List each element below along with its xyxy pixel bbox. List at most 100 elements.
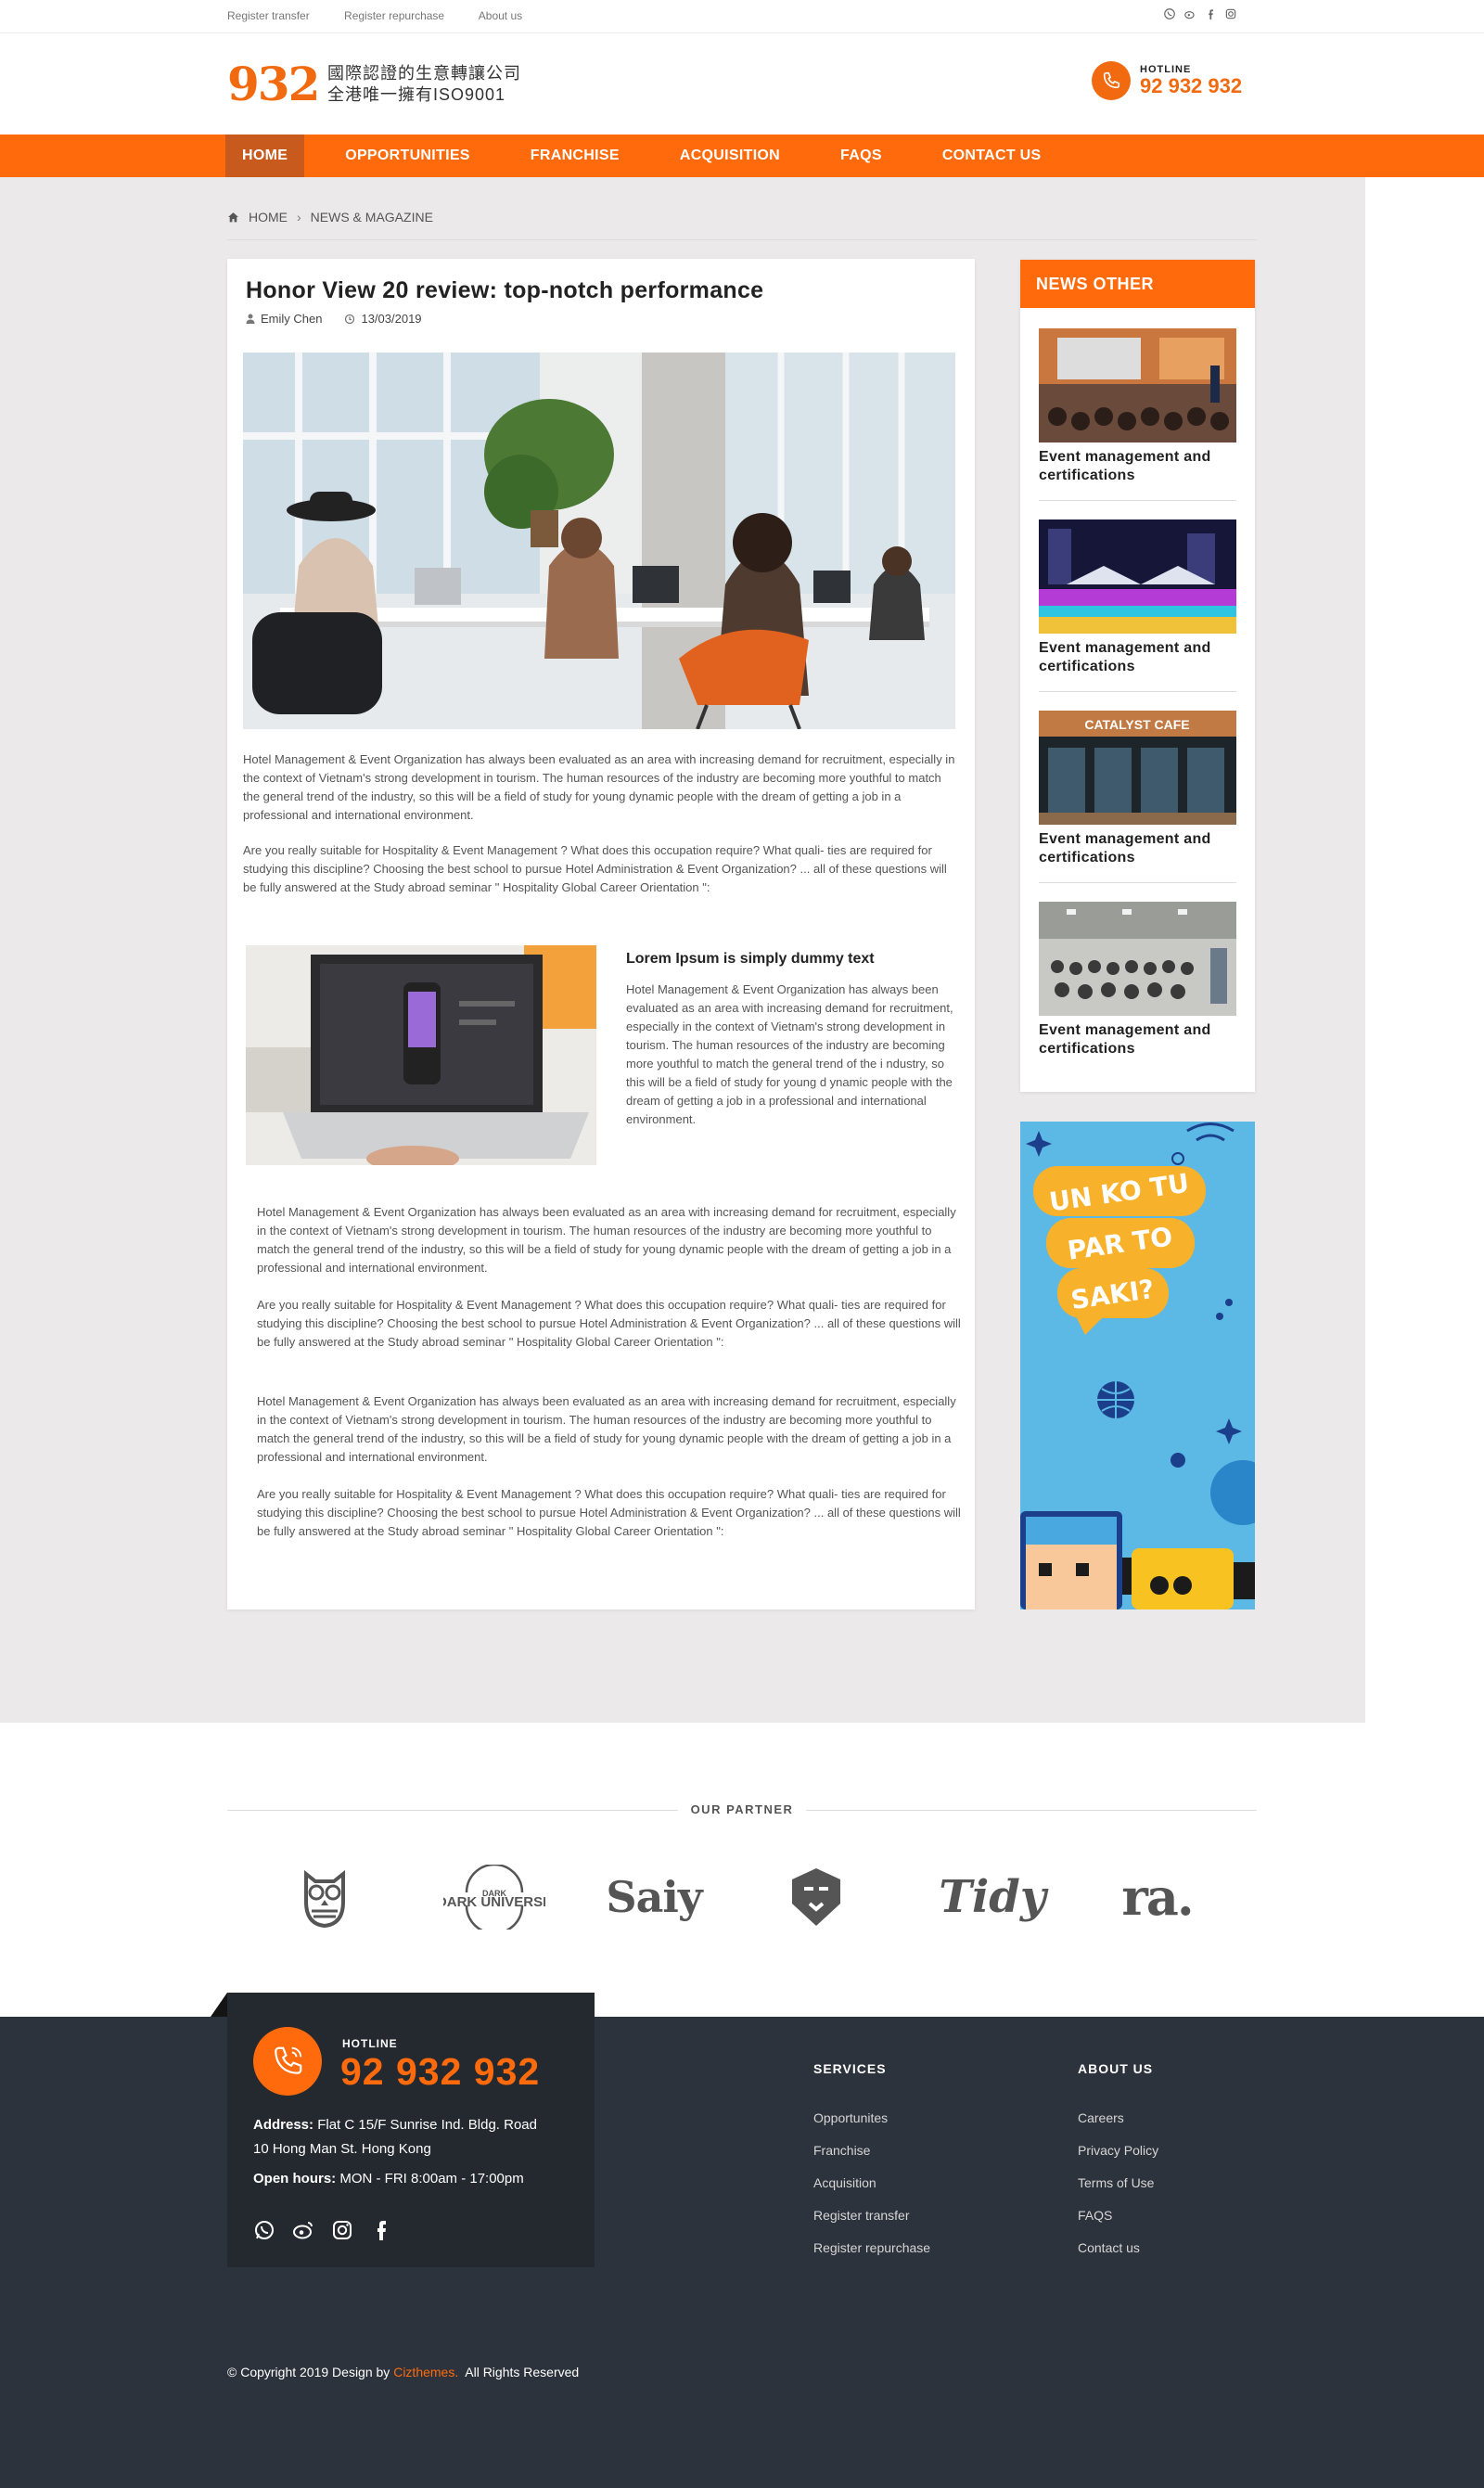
lion-logo[interactable] <box>779 1860 853 1934</box>
article-paragraph-3: Hotel Management & Event Organization ha… <box>257 1205 956 1275</box>
breadcrumb: HOME › NEWS & MAGAZINE <box>227 210 433 224</box>
partner-logos: DARKDARK UNIVERSE Saiy Tidy ra. <box>227 1860 1257 1934</box>
weibo-icon[interactable] <box>1183 7 1196 20</box>
site-footer <box>0 2017 1484 2488</box>
ra-logo[interactable]: ra. <box>1113 1860 1201 1934</box>
breadcrumb-divider <box>227 239 1257 240</box>
footer-hours: Open hours: MON - FRI 8:00am - 17:00pm <box>253 2167 524 2191</box>
news-caption: Event management and certifications <box>1039 640 1211 674</box>
top-link-register-transfer[interactable]: Register transfer <box>227 9 310 22</box>
news-caption: Event management and certifications <box>1039 1022 1211 1057</box>
footer-link-franchise[interactable]: Franchise <box>813 2135 930 2167</box>
top-social <box>1163 7 1237 20</box>
footer-card-fold <box>211 1993 227 2017</box>
footer-social <box>253 2219 392 2241</box>
article-date: 13/03/2019 <box>361 312 422 326</box>
footer-link-contact-us[interactable]: Contact us <box>1078 2232 1158 2264</box>
top-bar: Register transfer Register repurchase Ab… <box>0 0 1484 33</box>
news-item[interactable]: Event management and certifications <box>1039 902 1236 1058</box>
news-item[interactable]: Event management and certifications <box>1039 519 1236 692</box>
instagram-icon[interactable] <box>331 2219 353 2241</box>
news-thumb-conference <box>1039 328 1236 442</box>
facebook-icon[interactable] <box>1204 7 1217 20</box>
footer-link-register-repurchase[interactable]: Register repurchase <box>813 2232 930 2264</box>
chevron-right-icon: › <box>297 210 301 224</box>
article-title: Honor View 20 review: top-notch performa… <box>246 277 764 303</box>
article-paragraph-1: Hotel Management & Event Organization ha… <box>243 752 955 822</box>
news-caption: Event management and certifications <box>1039 449 1211 483</box>
top-link-about-us[interactable]: About us <box>479 9 522 22</box>
address-line-1: Flat C 15/F Sunrise Ind. Bldg. Road <box>317 2117 537 2133</box>
footer-link-opportunites[interactable]: Opportunites <box>813 2102 930 2135</box>
article-paragraph-4: Are you really suitable for Hospitality … <box>257 1298 961 1349</box>
copyright-suffix: All Rights Reserved <box>458 2365 580 2379</box>
ad-banner[interactable]: UN KO TU PAR TO SAKI? <box>1020 1122 1255 1610</box>
footer-hotline-label: HOTLINE <box>342 2037 398 2050</box>
nav-acquisition[interactable]: ACQUISITION <box>663 135 797 177</box>
footer-link-acquisition[interactable]: Acquisition <box>813 2167 930 2199</box>
weibo-icon[interactable] <box>292 2219 314 2241</box>
news-other-sidebar: NEWS OTHER Event management and certific… <box>1020 260 1255 1092</box>
top-links: Register transfer Register repurchase Ab… <box>227 9 554 22</box>
article-paragraph-5: Hotel Management & Event Organization ha… <box>257 1394 956 1464</box>
hotline-number: 92 932 932 <box>1140 74 1243 97</box>
dark-universe-logo[interactable]: DARKDARK UNIVERSE <box>429 1860 559 1934</box>
user-icon <box>246 314 255 324</box>
nav-opportunities[interactable]: OPPORTUNITIES <box>328 135 487 177</box>
footer-about: ABOUT US Careers Privacy Policy Terms of… <box>1078 2061 1158 2264</box>
news-thumb-cafe: CATALYST CAFE <box>1039 711 1236 825</box>
breadcrumb-home[interactable]: HOME <box>249 210 288 224</box>
nav-contact-us[interactable]: CONTACT US <box>926 135 1058 177</box>
nav-home[interactable]: HOME <box>225 135 305 177</box>
owl-logo[interactable] <box>283 1860 366 1934</box>
services-title: SERVICES <box>813 2061 887 2076</box>
partner-title-wrap: OUR PARTNER <box>0 1802 1484 1818</box>
footer-hotline-number[interactable]: 92 932 932 <box>340 2050 540 2094</box>
article-sub-paragraph: Hotel Management & Event Organization ha… <box>626 982 953 1126</box>
top-link-register-repurchase[interactable]: Register repurchase <box>344 9 444 22</box>
address-label: Address: <box>253 2117 314 2133</box>
news-thumb-night-event <box>1039 519 1236 634</box>
sidebar-title: NEWS OTHER <box>1020 260 1255 308</box>
tidy-logo[interactable]: Tidy <box>939 1860 1045 1934</box>
nav-faqs[interactable]: FAQS <box>824 135 899 177</box>
article-meta: Emily Chen 13/03/2019 <box>246 312 422 326</box>
article-card: Honor View 20 review: top-notch performa… <box>227 259 975 1610</box>
whatsapp-icon[interactable] <box>1163 7 1176 20</box>
news-caption: Event management and certifications <box>1039 831 1211 866</box>
clock-icon <box>345 314 355 324</box>
footer-link-privacy-policy[interactable]: Privacy Policy <box>1078 2135 1158 2167</box>
phone-icon <box>253 2027 322 2096</box>
hours-label: Open hours: <box>253 2171 337 2187</box>
cafe-sign-text: CATALYST CAFE <box>1084 717 1189 732</box>
article-subtitle: Lorem Ipsum is simply dummy text <box>626 951 875 967</box>
logo-number[interactable]: 932 <box>227 59 320 109</box>
article-author: Emily Chen <box>261 312 323 326</box>
news-divider <box>1039 500 1236 501</box>
address-line-2: 10 Hong Man St. Hong Kong <box>253 2141 431 2157</box>
news-item[interactable]: CATALYST CAFE Event management and certi… <box>1039 711 1236 883</box>
saiy-logo[interactable]: Saiy <box>598 1860 710 1934</box>
footer-link-terms-of-use[interactable]: Terms of Use <box>1078 2167 1158 2199</box>
footer-contact-card: HOTLINE 92 932 932 Address: Flat C 15/F … <box>227 1993 595 2267</box>
laptop-image <box>246 945 596 1165</box>
logo-text[interactable]: 國際認證的生意轉讓公司 全港唯一擁有ISO9001 <box>327 63 521 106</box>
copyright-brand-link[interactable]: Cizthemes. <box>393 2365 458 2379</box>
facebook-icon[interactable] <box>370 2219 392 2241</box>
article-main-image <box>243 353 955 729</box>
footer-link-careers[interactable]: Careers <box>1078 2102 1158 2135</box>
footer-link-faqs[interactable]: FAQS <box>1078 2199 1158 2232</box>
logo-line-1: 國際認證的生意轉讓公司 <box>327 64 521 83</box>
news-divider <box>1039 691 1236 692</box>
news-thumb-seminar <box>1039 902 1236 1016</box>
footer-link-register-transfer[interactable]: Register transfer <box>813 2199 930 2232</box>
news-item[interactable]: Event management and certifications <box>1039 328 1236 501</box>
header-hotline[interactable]: HOTLINE 92 932 932 <box>1092 61 1242 100</box>
nav-franchise[interactable]: FRANCHISE <box>514 135 636 177</box>
partner-title: OUR PARTNER <box>677 1802 807 1816</box>
news-divider <box>1039 882 1236 883</box>
instagram-icon[interactable] <box>1224 7 1237 20</box>
whatsapp-icon[interactable] <box>253 2219 275 2241</box>
dark-universe-text: DARK UNIVERSE <box>443 1894 545 1910</box>
main-nav: HOME OPPORTUNITIES FRANCHISE ACQUISITION… <box>0 135 1484 177</box>
